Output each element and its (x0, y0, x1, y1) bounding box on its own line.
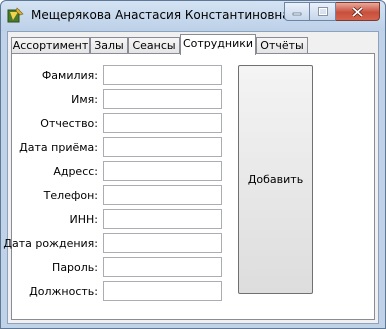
phone-label: Телефон: (43, 189, 98, 202)
address-label: Адресс: (53, 165, 98, 178)
app-icon (7, 7, 24, 23)
inn-label: ИНН: (69, 213, 98, 226)
surname-input[interactable] (103, 65, 222, 85)
birth-date-label: Дата рождения: (3, 237, 98, 250)
position-label: Должность: (29, 285, 98, 298)
first-name-input[interactable] (103, 89, 222, 109)
close-icon (352, 6, 363, 17)
window-title: Мещерякова Анастасия Константиновна (31, 8, 290, 22)
password-label: Пароль: (52, 261, 98, 274)
inn-input[interactable] (103, 209, 222, 229)
password-input[interactable] (103, 257, 222, 277)
phone-input[interactable] (103, 185, 222, 205)
birth-date-input[interactable] (103, 233, 222, 253)
patronymic-input[interactable] (103, 113, 222, 133)
position-input[interactable] (103, 281, 222, 301)
minimize-icon (292, 12, 302, 15)
hire-date-label: Дата приёма: (19, 141, 98, 154)
employees-panel: Фамилия: Имя: Отчество: Дата приёма: Адр… (3, 53, 375, 320)
surname-label: Фамилия: (41, 69, 98, 82)
client-area: Ассортимент Залы Сеансы Сотрудники Отчёт… (3, 31, 379, 324)
maximize-icon (317, 7, 328, 16)
close-button[interactable] (336, 2, 380, 21)
minimize-button[interactable] (284, 2, 310, 21)
first-name-label: Имя: (71, 93, 98, 106)
tab-assortment[interactable]: Ассортимент (11, 37, 90, 54)
tab-sessions[interactable]: Сеансы (128, 37, 180, 54)
tab-employees[interactable]: Сотрудники (180, 34, 256, 55)
add-button[interactable]: Добавить (238, 65, 313, 294)
title-bar[interactable]: Мещерякова Анастасия Константиновна (1, 1, 385, 31)
patronymic-label: Отчество: (40, 117, 98, 130)
address-input[interactable] (103, 161, 222, 181)
tab-reports[interactable]: Отчёты (256, 37, 308, 54)
hire-date-input[interactable] (103, 137, 222, 157)
app-window: Мещерякова Анастасия Константиновна Ассо… (0, 0, 386, 329)
tab-halls[interactable]: Залы (90, 37, 128, 54)
maximize-button[interactable] (310, 2, 336, 21)
